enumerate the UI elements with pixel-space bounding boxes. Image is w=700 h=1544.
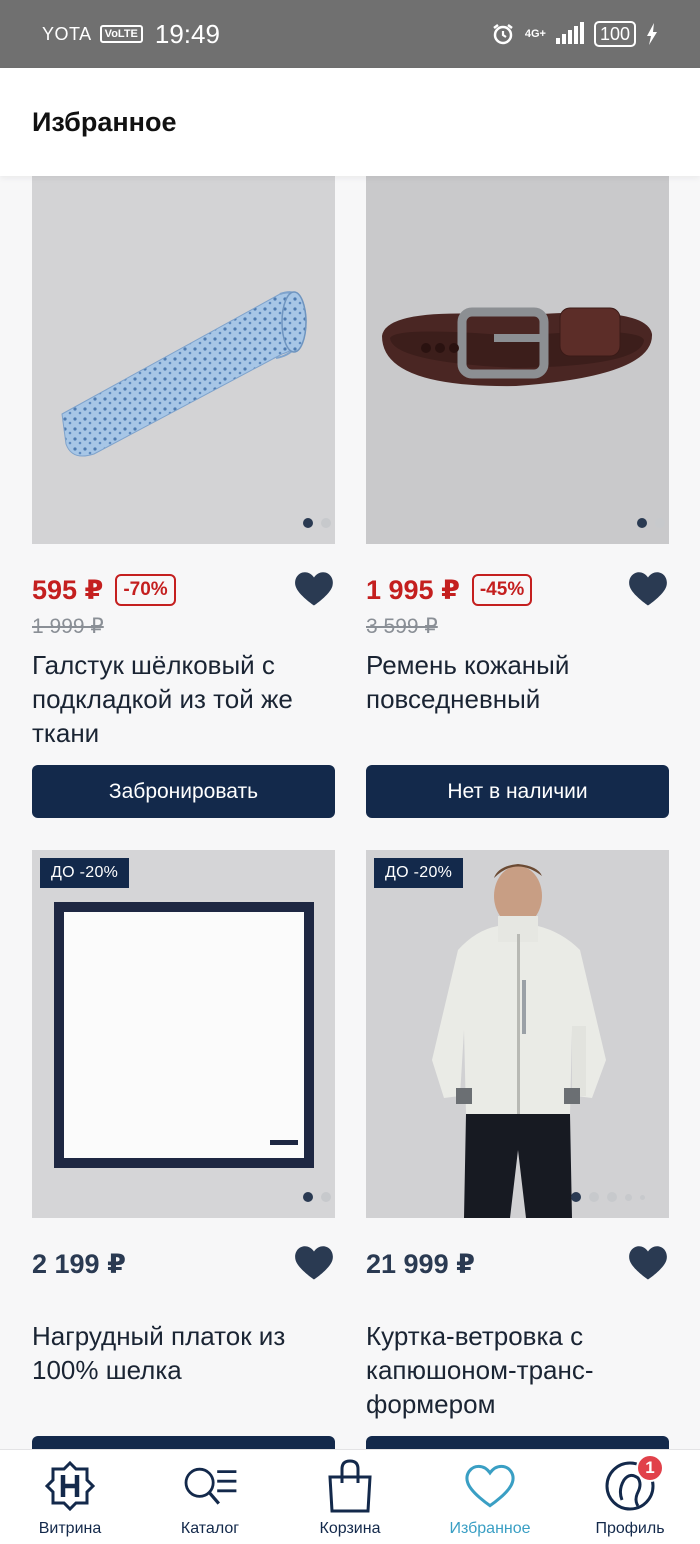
pagination-dot[interactable]	[637, 518, 647, 528]
bottom-navigation: Витрина Каталог Корзина Избранное 1 Проф…	[0, 1449, 700, 1544]
pagination-dot[interactable]	[321, 518, 331, 528]
sale-price: 1 995 ₽	[366, 574, 460, 605]
nav-item-favorites[interactable]: Избранное	[420, 1450, 560, 1544]
pagination-dot[interactable]	[303, 518, 313, 528]
pagination-dot[interactable]	[640, 1194, 645, 1200]
old-price: 1 999 ₽	[32, 615, 104, 638]
jacket-icon	[432, 864, 606, 1218]
pagination-dot[interactable]	[321, 1192, 331, 1202]
pagination-dot[interactable]	[655, 518, 665, 528]
promo-badge: ДО -20%	[40, 858, 130, 888]
nav-label: Каталог	[180, 1520, 240, 1537]
pagination-dot[interactable]	[607, 1192, 617, 1202]
image-pagination[interactable]	[637, 518, 665, 528]
charging-icon	[647, 23, 657, 45]
product-title[interactable]: Ремень кожаный повседневный	[366, 648, 676, 716]
tie-icon	[61, 291, 307, 457]
pagination-dot[interactable]	[571, 1192, 581, 1202]
product-image[interactable]: ДО -20%	[366, 850, 669, 1218]
discount-badge: -45%	[471, 574, 533, 606]
old-price: 3 599 ₽	[366, 615, 438, 638]
product-card[interactable]: ДО -20% 21 999 ₽ Куртка-ветровка с капюш…	[366, 850, 669, 1456]
nav-item-vitrina[interactable]: Витрина	[0, 1450, 140, 1544]
favorite-heart-icon[interactable]	[293, 568, 335, 608]
product-image[interactable]	[32, 176, 335, 544]
nav-label: Профиль	[595, 1520, 665, 1537]
product-title[interactable]: Куртка-ветровка с капюшоном-транс-формер…	[366, 1319, 676, 1421]
pagination-dot[interactable]	[589, 1192, 599, 1202]
nav-label: Корзина	[319, 1520, 381, 1537]
product-card[interactable]: 595 ₽ -70% 1 999 ₽ Галстук шёлковый с по…	[32, 176, 335, 826]
product-image[interactable]	[366, 176, 669, 544]
belt-icon	[382, 307, 653, 387]
nav-label: Избранное	[449, 1520, 531, 1537]
product-title[interactable]: Галстук шёлковый с подкладкой из той же …	[32, 648, 342, 750]
favorite-heart-icon[interactable]	[627, 1242, 669, 1282]
nav-label: Витрина	[38, 1520, 102, 1537]
notification-badge: 1	[636, 1454, 664, 1482]
product-card[interactable]: 1 995 ₽ -45% 3 599 ₽ Ремень кожаный повс…	[366, 176, 669, 826]
signal-icon	[555, 22, 584, 44]
image-pagination[interactable]	[303, 1192, 331, 1202]
product-image[interactable]: ДО -20%	[32, 850, 335, 1218]
status-time: 19:49	[154, 18, 220, 49]
pagination-dot[interactable]	[303, 1192, 313, 1202]
image-pagination[interactable]	[303, 518, 331, 528]
alarm-icon	[493, 24, 513, 45]
battery-level: 100	[593, 21, 636, 47]
nav-item-profile[interactable]: 1 Профиль	[560, 1450, 700, 1544]
discount-badge: -70%	[115, 574, 176, 606]
price: 21 999 ₽	[366, 1248, 475, 1279]
volte-icon: VoLTE	[99, 25, 143, 43]
product-card[interactable]: ДО -20% 2 199 ₽ Нагрудный платок из 100%…	[32, 850, 335, 1456]
page-header: Избранное	[0, 68, 700, 176]
favorite-heart-icon[interactable]	[293, 1242, 335, 1282]
image-pagination[interactable]	[571, 1192, 645, 1202]
nav-item-cart[interactable]: Корзина	[280, 1450, 420, 1544]
price: 2 199 ₽	[32, 1248, 126, 1279]
cart-bag-icon	[328, 1459, 372, 1513]
carrier-name: YOTA	[42, 23, 92, 44]
favorite-heart-icon[interactable]	[627, 568, 669, 608]
nav-item-catalog[interactable]: Каталог	[140, 1450, 280, 1544]
home-logo-icon	[44, 1460, 96, 1512]
product-title[interactable]: Нагрудный платок из 100% шелка	[32, 1319, 342, 1387]
out-of-stock-button[interactable]: Нет в наличии	[366, 765, 669, 818]
pagination-dot[interactable]	[625, 1193, 632, 1201]
sale-price: 595 ₽	[32, 574, 104, 605]
promo-badge: ДО -20%	[374, 858, 464, 888]
status-bar: YOTA VoLTE 19:49 4G+ 100	[0, 0, 700, 68]
reserve-button[interactable]: Забронировать	[32, 765, 335, 818]
heart-icon	[465, 1464, 515, 1508]
network-type: 4G+	[524, 27, 546, 40]
pocket-square-icon	[54, 902, 314, 1168]
catalog-search-icon	[184, 1467, 237, 1505]
page-title: Избранное	[32, 106, 177, 137]
